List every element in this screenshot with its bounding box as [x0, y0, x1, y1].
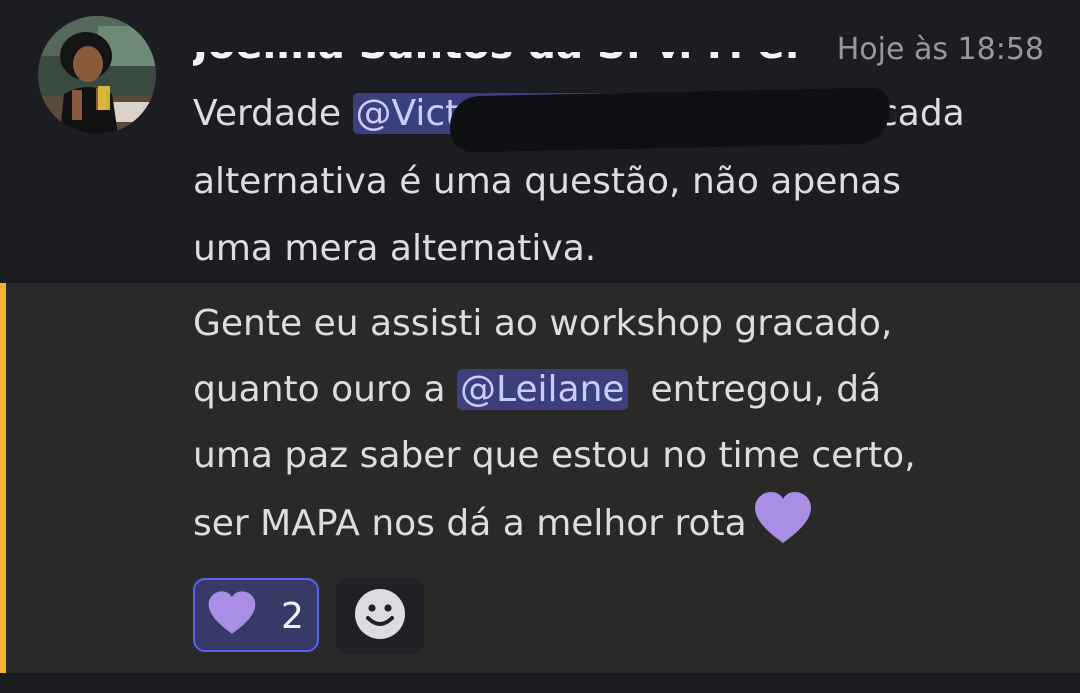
add-reaction-button[interactable] [336, 578, 424, 654]
avatar[interactable] [38, 16, 156, 134]
message-timestamp[interactable]: Hoje às 18:58 [837, 32, 1044, 67]
author-name[interactable]: Joelma Santos da S. v. F. e... [193, 22, 803, 70]
reaction-count: 2 [281, 596, 304, 637]
redaction-scribble [449, 87, 891, 153]
message-text: ser MAPA nos dá a melhor rota [193, 503, 747, 544]
reaction-heart[interactable]: 2 [193, 578, 319, 652]
user-mention[interactable]: @Leilane [456, 369, 628, 410]
author-name-crop [193, 22, 803, 52]
message-text: quanto ouro a [193, 369, 457, 410]
message-line: uma mera alternativa. [193, 228, 597, 269]
message-text: Verdade [193, 93, 353, 134]
message-line: quanto ouro a @Leilane entregou, dá [193, 356, 881, 424]
message-line: Gente eu assisti ao workshop gracado, [193, 303, 893, 344]
message-line: alternativa é uma questão, não apenas [193, 161, 901, 202]
person-photo-icon [38, 16, 156, 134]
message-text: entregou, dá [627, 369, 882, 410]
smile-icon [354, 588, 406, 644]
message-divider [0, 673, 1080, 693]
mention-highlight-bar [0, 283, 6, 673]
purple-heart-icon [195, 590, 257, 640]
message-line: ser MAPA nos dá a melhor rota [193, 490, 813, 568]
purple-heart-icon [753, 491, 813, 568]
message-line: uma paz saber que estou no time certo, [193, 435, 916, 476]
